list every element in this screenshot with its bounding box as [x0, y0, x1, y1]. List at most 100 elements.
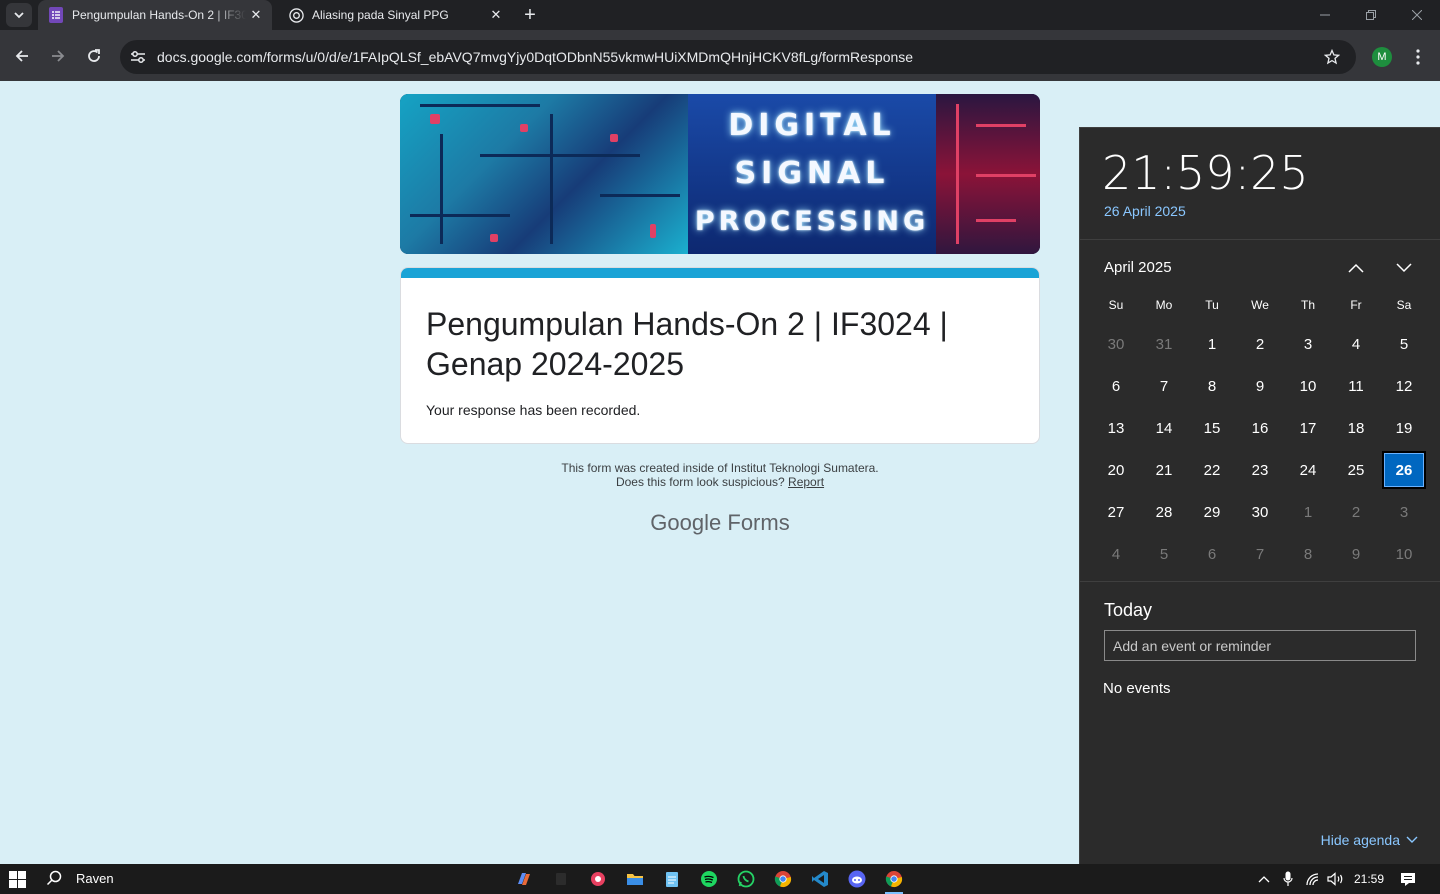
calendar-day[interactable]: 19: [1380, 407, 1428, 449]
bookmark-star-icon[interactable]: [1322, 47, 1342, 67]
calendar-day[interactable]: 31: [1140, 323, 1188, 365]
calendar-day[interactable]: 12: [1380, 365, 1428, 407]
calendar-day-today[interactable]: 26: [1382, 451, 1426, 489]
more-options-icon[interactable]: [1408, 46, 1428, 68]
google-forms-icon: [48, 7, 64, 23]
site-info-icon[interactable]: [128, 47, 148, 67]
calendar-day[interactable]: 6: [1188, 533, 1236, 575]
report-link[interactable]: Report: [788, 475, 824, 489]
calendar-day[interactable]: 5: [1380, 323, 1428, 365]
show-hidden-icons-button[interactable]: [1256, 870, 1272, 888]
calendar-day[interactable]: 8: [1284, 533, 1332, 575]
close-icon: [1412, 10, 1422, 20]
calendar-day[interactable]: 21: [1140, 449, 1188, 491]
calendar-day[interactable]: 28: [1140, 491, 1188, 533]
url-text[interactable]: docs.google.com/forms/u/0/d/e/1FAIpQLSf_…: [157, 49, 913, 65]
tab-aliasing[interactable]: Aliasing pada Sinyal PPG ✕: [278, 0, 512, 30]
calendar-day[interactable]: 6: [1092, 365, 1140, 407]
calendar-day[interactable]: 7: [1140, 365, 1188, 407]
terminal-icon[interactable]: [550, 868, 572, 890]
start-button[interactable]: [9, 871, 26, 888]
calendar-day[interactable]: 3: [1284, 323, 1332, 365]
discord-icon[interactable]: [846, 868, 868, 890]
taskbar-search[interactable]: Raven: [46, 870, 114, 886]
calendar-day[interactable]: 10: [1380, 533, 1428, 575]
chrome-canary-icon[interactable]: [883, 868, 905, 894]
calendar-day[interactable]: 2: [1236, 323, 1284, 365]
chrome-icon[interactable]: [772, 868, 794, 890]
calendar-day[interactable]: 20: [1092, 449, 1140, 491]
calendar-week: 27 28 29 30 1 2 3: [1092, 491, 1428, 533]
calendar-day[interactable]: 16: [1236, 407, 1284, 449]
whatsapp-icon[interactable]: [735, 868, 757, 890]
tab-title: Pengumpulan Hands-On 2 | IF3024 | Genap …: [72, 8, 246, 22]
add-event-input[interactable]: [1104, 630, 1416, 661]
clock-date-link[interactable]: 26 April 2025: [1104, 203, 1186, 219]
chevron-up-icon: [1258, 876, 1270, 883]
volume-icon[interactable]: [1326, 870, 1346, 888]
google-forms-logo[interactable]: Google Forms: [400, 510, 1040, 536]
restore-button[interactable]: [1348, 0, 1394, 30]
minimize-button[interactable]: [1302, 0, 1348, 30]
address-bar[interactable]: docs.google.com/forms/u/0/d/e/1FAIpQLSf_…: [120, 40, 1356, 74]
calendar-day[interactable]: 10: [1284, 365, 1332, 407]
app-icon[interactable]: [587, 868, 609, 890]
taskbar-clock[interactable]: 21:59: [1354, 872, 1384, 886]
forward-button[interactable]: [44, 42, 72, 70]
calendar-day[interactable]: 9: [1236, 365, 1284, 407]
calendar-day[interactable]: 7: [1236, 533, 1284, 575]
network-icon[interactable]: [1304, 870, 1322, 888]
openai-icon: [288, 7, 304, 23]
close-tab-icon[interactable]: ✕: [486, 5, 506, 25]
response-confirmation: Your response has been recorded.: [426, 402, 641, 418]
spotify-icon[interactable]: [698, 868, 720, 890]
calendar-day[interactable]: 25: [1332, 449, 1380, 491]
back-button[interactable]: [8, 42, 36, 70]
calendar-day[interactable]: 27: [1092, 491, 1140, 533]
close-tab-icon[interactable]: ✕: [246, 5, 266, 25]
calendar-day[interactable]: 11: [1332, 365, 1380, 407]
previous-month-button[interactable]: [1344, 256, 1368, 280]
reload-button[interactable]: [80, 42, 108, 70]
microphone-icon[interactable]: [1280, 870, 1296, 888]
calendar-day[interactable]: 9: [1332, 533, 1380, 575]
calendar-day[interactable]: 3: [1380, 491, 1428, 533]
calendar-grid: 30 31 1 2 3 4 5 6 7 8 9 10 11 12 13 14 1…: [1092, 323, 1428, 575]
weekday-label: Tu: [1205, 298, 1219, 312]
calendar-day[interactable]: 1: [1284, 491, 1332, 533]
calendar-day[interactable]: 30: [1092, 323, 1140, 365]
notepad-icon[interactable]: [661, 868, 683, 890]
calendar-day[interactable]: 14: [1140, 407, 1188, 449]
calendar-day[interactable]: 4: [1092, 533, 1140, 575]
copilot-icon[interactable]: [513, 868, 535, 890]
close-window-button[interactable]: [1394, 0, 1440, 30]
banner-line: PROCESSING: [694, 206, 930, 237]
tab-search-button[interactable]: [6, 3, 32, 27]
tab-google-form[interactable]: Pengumpulan Hands-On 2 | IF3024 | Genap …: [38, 0, 272, 30]
hide-agenda-button[interactable]: Hide agenda: [1321, 832, 1418, 848]
notification-center-icon[interactable]: [1398, 870, 1418, 888]
calendar-day[interactable]: 4: [1332, 323, 1380, 365]
calendar-day[interactable]: 22: [1188, 449, 1236, 491]
calendar-month-label[interactable]: April 2025: [1104, 259, 1172, 276]
calendar-day[interactable]: 24: [1284, 449, 1332, 491]
calendar-day[interactable]: 15: [1188, 407, 1236, 449]
calendar-day[interactable]: 23: [1236, 449, 1284, 491]
calendar-day[interactable]: 1: [1188, 323, 1236, 365]
calendar-day[interactable]: 18: [1332, 407, 1380, 449]
vscode-icon[interactable]: [809, 868, 831, 890]
calendar-day[interactable]: 17: [1284, 407, 1332, 449]
next-month-button[interactable]: [1392, 256, 1416, 280]
calendar-day[interactable]: 2: [1332, 491, 1380, 533]
calendar-day[interactable]: 8: [1188, 365, 1236, 407]
footer-suspicious-text: Does this form look suspicious?: [615, 475, 785, 489]
calendar-day[interactable]: 13: [1092, 407, 1140, 449]
file-explorer-icon[interactable]: [624, 868, 646, 890]
form-header-image: DIGITAL SIGNAL PROCESSING: [400, 94, 1040, 254]
calendar-day[interactable]: 30: [1236, 491, 1284, 533]
agenda-title: Today: [1104, 600, 1153, 620]
new-tab-button[interactable]: +: [518, 3, 542, 27]
calendar-day[interactable]: 29: [1188, 491, 1236, 533]
calendar-day[interactable]: 5: [1140, 533, 1188, 575]
profile-avatar[interactable]: M: [1372, 47, 1392, 67]
